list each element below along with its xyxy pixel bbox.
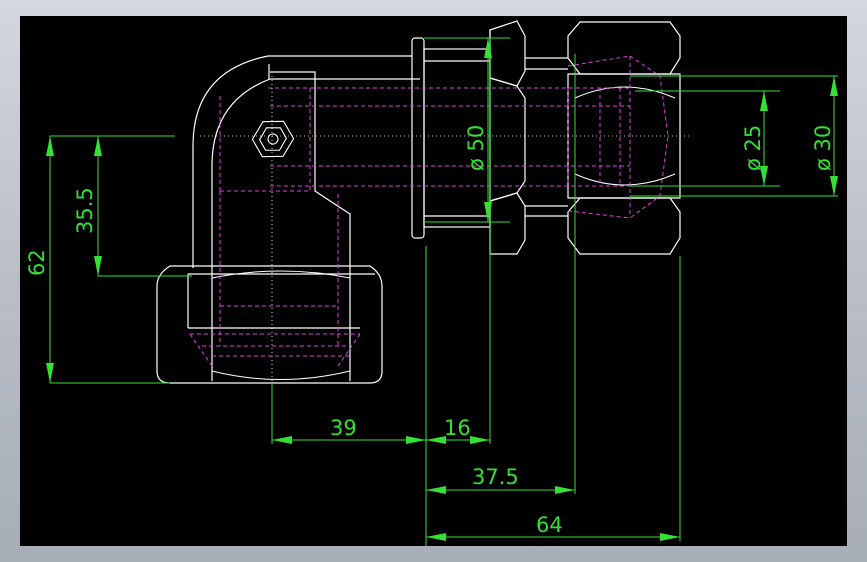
dimension-lines [46, 37, 838, 546]
centerlines [200, 76, 690, 436]
part-outline [156, 20, 681, 384]
dim-64-label: 64 [536, 513, 563, 537]
elbow-inner-curve [211, 78, 420, 268]
bottom-nut-arc-bottom [211, 370, 351, 380]
dim-62-label: 62 [25, 249, 49, 276]
dim-dia30-label: ø 30 [811, 125, 835, 171]
hidden-lines [189, 55, 669, 367]
elbow-fitting-drawing: 39 16 37.5 64 62 35.5 ø 50 ø 25 ø 30 [25, 20, 838, 546]
dim-16-label: 16 [444, 416, 471, 440]
nut2-bottom [567, 197, 681, 255]
flange-outer [411, 37, 425, 239]
nut1-middle [489, 77, 526, 202]
bottom-nut-outline [156, 265, 383, 384]
manufacturer-logo [251, 120, 295, 158]
nut2-arc-top [574, 86, 676, 99]
dim-39-label: 39 [330, 416, 357, 440]
dim-35-5-label: 35.5 [73, 187, 97, 234]
dim-dia25-label: ø 25 [741, 125, 765, 171]
cad-viewport[interactable]: 39 16 37.5 64 62 35.5 ø 50 ø 25 ø 30 [20, 16, 847, 546]
dim-dia50-label: ø 50 [464, 125, 488, 171]
elbow-outer-curve [192, 55, 412, 268]
dim-37-5-label: 37.5 [472, 465, 519, 489]
nut1-bottom [489, 192, 526, 255]
nut2-top [567, 21, 681, 75]
nut2-arc-bottom [574, 173, 676, 186]
nut1-top [489, 20, 526, 87]
